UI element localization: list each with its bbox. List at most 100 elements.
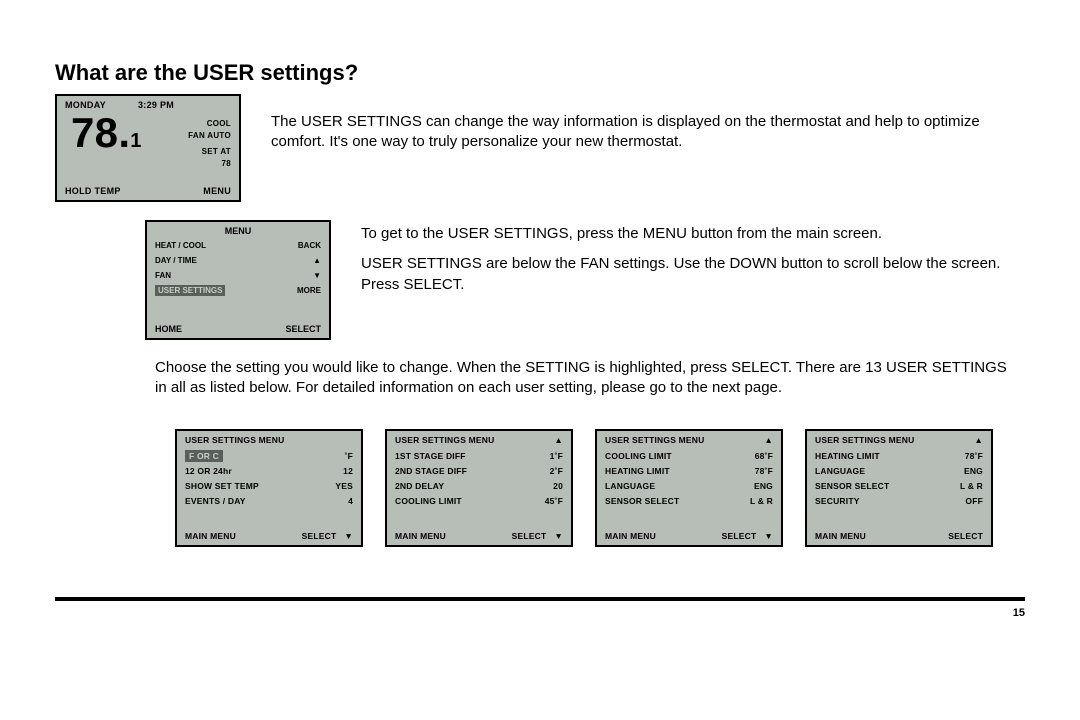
settings-row-label: HEATING LIMIT <box>815 451 880 461</box>
settings-row[interactable]: COOLING LIMIT 68˚F <box>605 449 773 464</box>
main-menu-button[interactable]: MAIN MENU <box>185 531 236 541</box>
scroll-up-icon[interactable]: ▲ <box>974 435 983 445</box>
settings-row-value: L & R <box>960 481 983 491</box>
manual-page: What are the USER settings? MONDAY 3:29 … <box>0 0 1080 649</box>
panel-title: USER SETTINGS MENU <box>815 435 914 445</box>
settings-row-label: EVENTS / DAY <box>185 496 246 506</box>
nav-text-2: USER SETTINGS are below the FAN settings… <box>361 254 1025 295</box>
nav-text-1: To get to the USER SETTINGS, press the M… <box>361 224 1025 244</box>
settings-row-label: LANGUAGE <box>815 466 865 476</box>
settings-row-value: 78˚F <box>965 451 983 461</box>
settings-row[interactable]: SENSOR SELECT L & R <box>605 494 773 509</box>
thermostat-main-screen: MONDAY 3:29 PM 78.1 COOL FAN AUTO SET AT… <box>55 94 241 202</box>
select-button[interactable]: SELECT <box>285 324 321 334</box>
menu-item-label: HEAT / COOL <box>155 241 206 250</box>
scroll-up-icon[interactable]: ▲ <box>554 435 563 445</box>
settings-row[interactable]: 1ST STAGE DIFF 1˚F <box>395 449 563 464</box>
menu-item[interactable]: USER SETTINGS MORE <box>155 283 321 298</box>
settings-row-label: 1ST STAGE DIFF <box>395 451 466 461</box>
settings-row-value: YES <box>335 481 353 491</box>
settings-row[interactable]: SECURITYOFF <box>815 494 983 509</box>
menu-item-label: FAN <box>155 271 171 280</box>
body-text-2: Choose the setting you would like to cha… <box>155 358 1015 399</box>
settings-row[interactable]: F OR C ˚F <box>185 449 353 464</box>
settings-row-label: SECURITY <box>815 496 860 506</box>
settings-row-label: SENSOR SELECT <box>815 481 889 491</box>
home-button[interactable]: HOME <box>155 324 182 334</box>
settings-row[interactable]: COOLING LIMIT 45˚F <box>395 494 563 509</box>
scroll-down-icon[interactable]: ▼ <box>764 531 773 541</box>
user-settings-panel: USER SETTINGS MENU ▲ 1ST STAGE DIFF 1˚F 2ND … <box>385 429 573 547</box>
settings-row-label: 12 OR 24hr <box>185 466 232 476</box>
settings-row-label: SENSOR SELECT <box>605 496 679 506</box>
panel-title: USER SETTINGS MENU <box>395 435 494 445</box>
settings-row[interactable]: HEATING LIMIT 78˚F <box>815 449 983 464</box>
thermostat-menu-screen: MENU HEAT / COOLBACKDAY / TIME▲FAN▼USER … <box>145 220 331 340</box>
row-menu: MENU HEAT / COOLBACKDAY / TIME▲FAN▼USER … <box>55 220 1025 340</box>
settings-row-value: 78˚F <box>755 466 773 476</box>
menu-item[interactable]: DAY / TIME ▲ <box>155 253 321 268</box>
settings-row-label: 2ND STAGE DIFF <box>395 466 467 476</box>
scroll-down-icon[interactable]: ▼ <box>554 531 563 541</box>
main-menu-button[interactable]: MAIN MENU <box>605 531 656 541</box>
settings-row[interactable]: 2ND DELAY 20 <box>395 479 563 494</box>
settings-row[interactable]: 2ND STAGE DIFF 2˚F <box>395 464 563 479</box>
settings-row[interactable]: EVENTS / DAY 4 <box>185 494 353 509</box>
menu-item[interactable]: FAN▼ <box>155 268 321 283</box>
intro-text: The USER SETTINGS can change the way inf… <box>271 112 1025 153</box>
menu-item-right: BACK <box>298 241 321 250</box>
settings-row[interactable]: LANGUAGE ENG <box>605 479 773 494</box>
settings-row-value: 45˚F <box>545 496 563 506</box>
settings-row-value: 1˚F <box>550 451 563 461</box>
settings-row-label: COOLING LIMIT <box>605 451 672 461</box>
settings-row-value: 4 <box>348 496 353 506</box>
settings-row-value: 12 <box>343 466 353 476</box>
panel-title: USER SETTINGS MENU <box>605 435 704 445</box>
main-menu-button[interactable]: MAIN MENU <box>395 531 446 541</box>
settings-row-label: COOLING LIMIT <box>395 496 462 506</box>
settings-row-label: SHOW SET TEMP <box>185 481 259 491</box>
lcd-mode-col: COOL FAN AUTO SET AT 78 <box>188 118 231 170</box>
menu-item[interactable]: HEAT / COOL BACK <box>155 238 321 253</box>
select-button[interactable]: SELECT <box>302 531 337 541</box>
menu-item-label: DAY / TIME <box>155 256 197 265</box>
settings-row-value: ENG <box>754 481 773 491</box>
menu-item-right: ▲ <box>313 256 321 265</box>
select-button[interactable]: SELECT <box>948 531 983 541</box>
settings-row[interactable]: SENSOR SELECT L & R <box>815 479 983 494</box>
menu-item-right: MORE <box>297 286 321 295</box>
settings-row-label: LANGUAGE <box>605 481 655 491</box>
scroll-up-icon[interactable]: ▲ <box>764 435 773 445</box>
settings-row[interactable]: HEATING LIMIT 78˚F <box>605 464 773 479</box>
settings-row-value: ˚F <box>345 451 353 461</box>
menu-button[interactable]: MENU <box>203 186 231 196</box>
menu-title: MENU <box>147 222 329 238</box>
settings-row-value: 68˚F <box>755 451 773 461</box>
user-settings-panel: USER SETTINGS MENU ▲ HEATING LIMIT 78˚F LANG… <box>805 429 993 547</box>
settings-row[interactable]: LANGUAGE ENG <box>815 464 983 479</box>
scroll-down-icon[interactable]: ▼ <box>344 531 353 541</box>
user-settings-panel: USER SETTINGS MENU ▲ COOLING LIMIT 68˚F HEAT… <box>595 429 783 547</box>
hold-temp-button[interactable]: HOLD TEMP <box>65 186 121 196</box>
settings-row-value: L & R <box>750 496 773 506</box>
page-number: 15 <box>1013 607 1025 619</box>
user-settings-panel: USER SETTINGS MENUF OR C˚F12 OR 24hr12SH… <box>175 429 363 547</box>
page-footer: 15 <box>55 597 1025 619</box>
lcd-mode: COOL <box>188 118 231 130</box>
select-button[interactable]: SELECT <box>722 531 757 541</box>
select-button[interactable]: SELECT <box>512 531 547 541</box>
settings-row-value: ENG <box>964 466 983 476</box>
page-title: What are the USER settings? <box>55 60 1025 86</box>
settings-row-label: HEATING LIMIT <box>605 466 670 476</box>
settings-row-value: 2˚F <box>550 466 563 476</box>
settings-row-value: 20 <box>553 481 563 491</box>
settings-row-label: 2ND DELAY <box>395 481 444 491</box>
lcd-temp: 78.1 <box>71 112 142 154</box>
main-menu-button[interactable]: MAIN MENU <box>815 531 866 541</box>
lcd-fan: FAN AUTO <box>188 130 231 142</box>
menu-item-label: USER SETTINGS <box>155 285 225 296</box>
settings-row[interactable]: 12 OR 24hr 12 <box>185 464 353 479</box>
settings-row-label: F OR C <box>185 450 223 462</box>
settings-row[interactable]: SHOW SET TEMP YES <box>185 479 353 494</box>
lcd-setat-label: SET AT <box>188 146 231 158</box>
